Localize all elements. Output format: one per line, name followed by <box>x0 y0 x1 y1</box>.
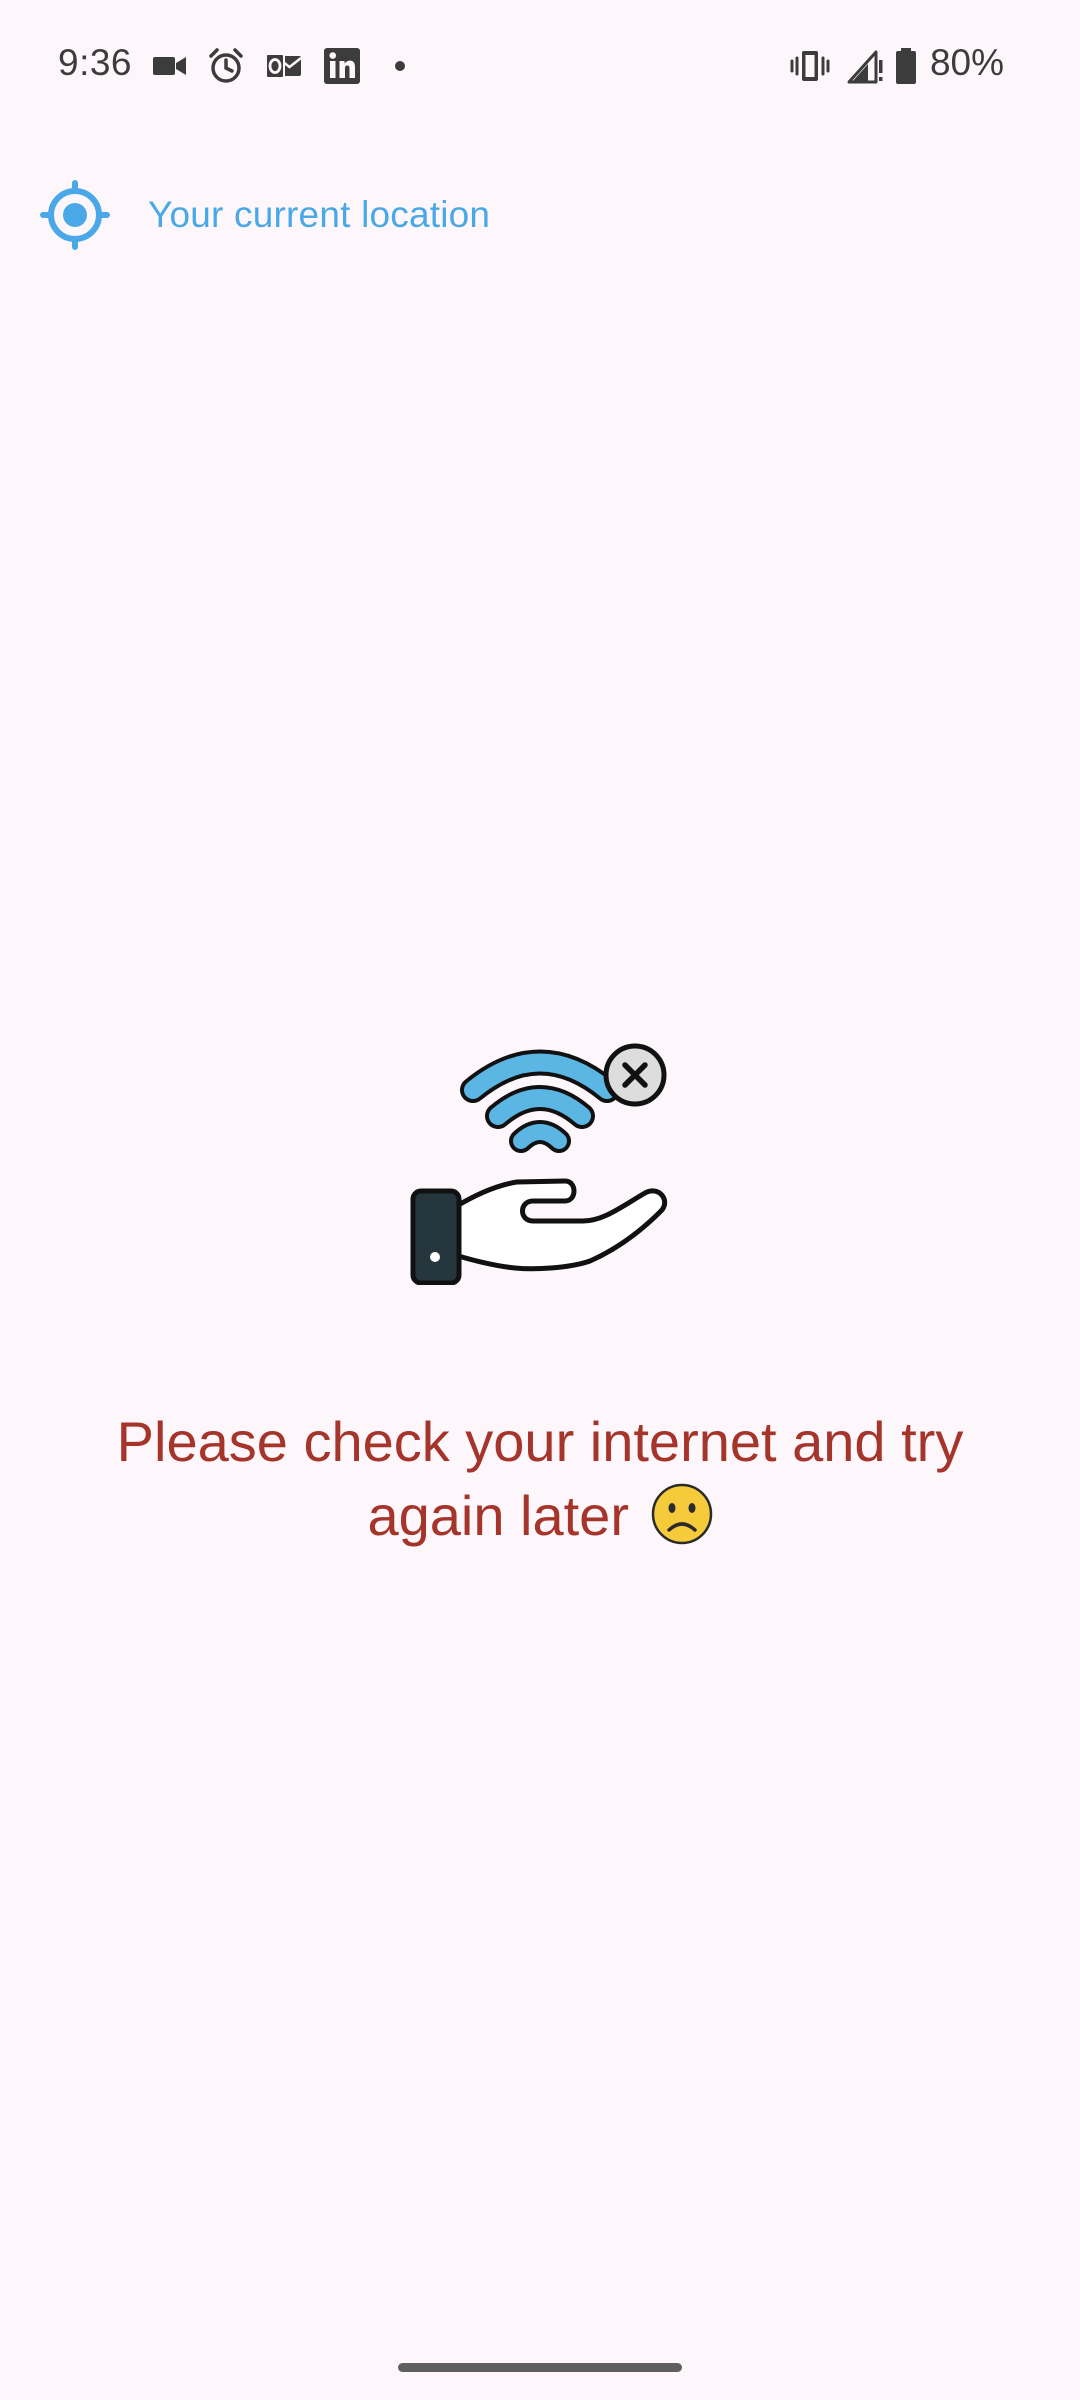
current-location-button[interactable]: Your current location <box>40 180 490 250</box>
crosshair-location-icon <box>40 180 110 250</box>
alarm-icon <box>209 48 243 83</box>
no-internet-text: Please check your internet and try again… <box>116 1410 964 1547</box>
no-internet-message: Please check your internet and try again… <box>80 1405 1000 1553</box>
no-wifi-hand-illustration <box>410 1043 668 1285</box>
battery-percent: 80% <box>929 42 1004 83</box>
current-location-label: Your current location <box>148 194 491 235</box>
linkedin-icon <box>324 48 360 84</box>
vibrate-icon <box>790 51 830 81</box>
status-time: 9:36 <box>58 42 133 83</box>
signal-icon <box>847 50 883 84</box>
outlook-icon <box>265 53 302 79</box>
status-bar: 9:36 80% <box>0 0 1080 130</box>
battery-icon <box>896 48 916 84</box>
home-gesture-bar[interactable] <box>398 2363 682 2372</box>
notification-dot-icon <box>395 61 405 71</box>
video-camera-icon <box>153 57 186 75</box>
sad-face-emoji-icon <box>651 1483 712 1545</box>
screen: 9:36 80% Your current location Please ch… <box>0 0 1080 2400</box>
